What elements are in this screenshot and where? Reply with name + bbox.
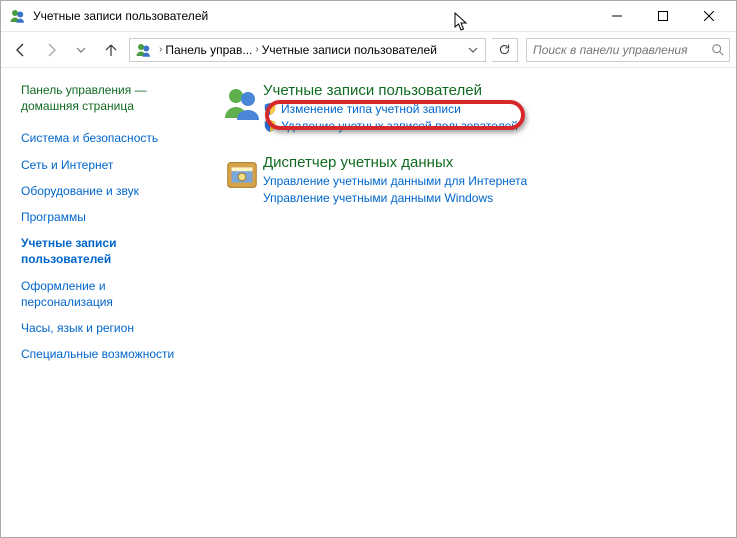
search-box[interactable] xyxy=(526,38,730,62)
link-manage-web-credentials[interactable]: Управление учетными данными для Интернет… xyxy=(263,174,718,188)
address-bar[interactable]: › Панель управ... › Учетные записи польз… xyxy=(129,38,486,62)
titlebar: Учетные записи пользователей xyxy=(1,1,736,31)
address-dropdown[interactable] xyxy=(463,45,483,55)
section-user-accounts: Учетные записи пользователей Изменение т… xyxy=(221,82,718,136)
section-title[interactable]: Диспетчер учетных данных xyxy=(263,154,718,171)
section-credential-manager: Диспетчер учетных данных Управление учет… xyxy=(221,154,718,208)
up-button[interactable] xyxy=(97,36,125,64)
uac-shield-icon xyxy=(263,119,277,133)
chevron-right-icon[interactable]: › xyxy=(252,44,261,55)
sidebar-home[interactable]: Панель управления — домашняя страница xyxy=(21,82,199,114)
sidebar-item-hardware-sound[interactable]: Оборудование и звук xyxy=(21,183,199,199)
maximize-button[interactable] xyxy=(640,1,686,31)
breadcrumb-icon xyxy=(135,41,153,59)
link-manage-windows-credentials[interactable]: Управление учетными данными Windows xyxy=(263,191,718,205)
users-icon xyxy=(221,82,263,136)
chevron-right-icon[interactable]: › xyxy=(156,44,165,55)
uac-shield-icon xyxy=(263,102,277,116)
breadcrumb-item[interactable]: Учетные записи пользователей xyxy=(262,43,437,57)
body: Панель управления — домашняя страница Си… xyxy=(1,67,736,537)
search-input[interactable] xyxy=(531,42,711,58)
toolbar: › Панель управ... › Учетные записи польз… xyxy=(1,31,736,67)
sidebar-item-user-accounts[interactable]: Учетные записи пользователей xyxy=(21,235,199,267)
sidebar-item-system-security[interactable]: Система и безопасность xyxy=(21,130,199,146)
close-button[interactable] xyxy=(686,1,732,31)
sidebar-item-appearance[interactable]: Оформление и персонализация xyxy=(21,278,199,310)
breadcrumb-item[interactable]: Панель управ... xyxy=(165,43,252,57)
window-title: Учетные записи пользователей xyxy=(33,9,208,23)
link-change-account-type[interactable]: Изменение типа учетной записи xyxy=(263,102,718,116)
link-label: Удаление учетных записей пользователей xyxy=(281,119,518,133)
sidebar-item-clock-language[interactable]: Часы, язык и регион xyxy=(21,320,199,336)
link-label: Управление учетными данными для Интернет… xyxy=(263,174,527,188)
credential-manager-icon xyxy=(221,154,263,208)
minimize-button[interactable] xyxy=(594,1,640,31)
link-label: Изменение типа учетной записи xyxy=(281,102,461,116)
link-delete-user-accounts[interactable]: Удаление учетных записей пользователей xyxy=(263,119,718,133)
sidebar: Панель управления — домашняя страница Си… xyxy=(1,68,211,537)
main-content: Учетные записи пользователей Изменение т… xyxy=(211,68,736,537)
back-button[interactable] xyxy=(7,36,35,64)
refresh-button[interactable] xyxy=(492,38,518,62)
search-icon xyxy=(711,43,725,57)
sidebar-item-network[interactable]: Сеть и Интернет xyxy=(21,157,199,173)
users-app-icon xyxy=(9,7,27,25)
link-label: Управление учетными данными Windows xyxy=(263,191,493,205)
section-title[interactable]: Учетные записи пользователей xyxy=(263,82,718,99)
sidebar-item-programs[interactable]: Программы xyxy=(21,209,199,225)
forward-button[interactable] xyxy=(37,36,65,64)
history-dropdown[interactable] xyxy=(67,36,95,64)
sidebar-item-accessibility[interactable]: Специальные возможности xyxy=(21,346,199,362)
